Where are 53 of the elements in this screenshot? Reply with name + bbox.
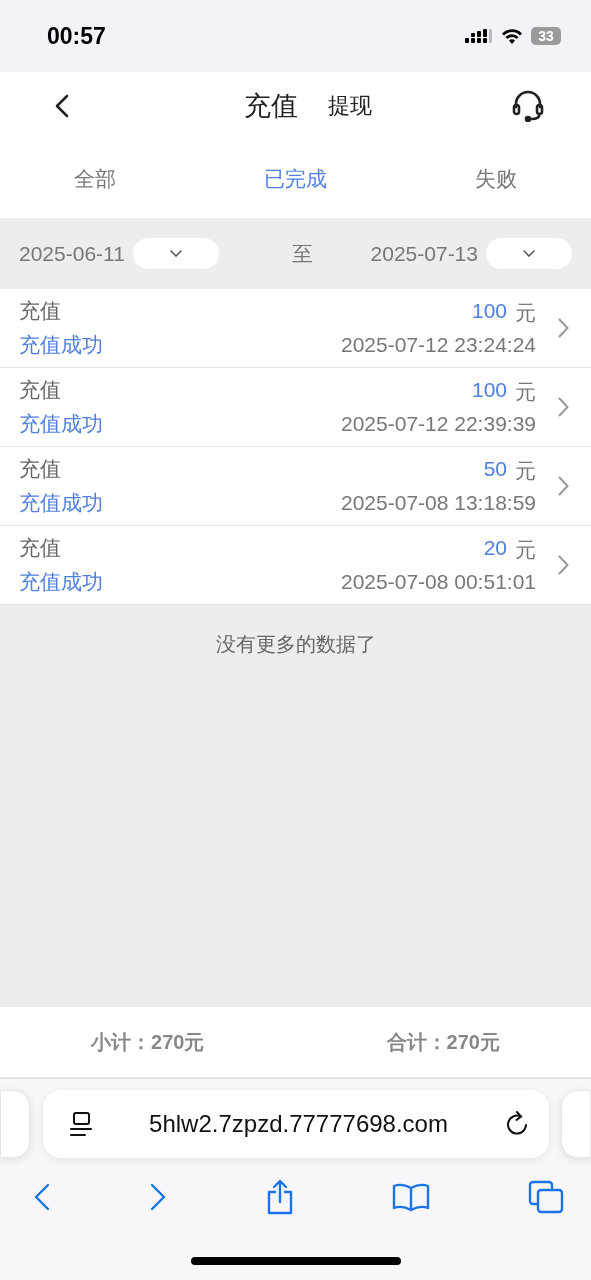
filter-tab[interactable]: 已完成 bbox=[264, 165, 327, 193]
chevron-right-icon bbox=[558, 318, 569, 338]
record-type: 充值 bbox=[19, 377, 62, 403]
chevron-right-icon bbox=[558, 397, 569, 417]
filter-tab[interactable]: 失败 bbox=[475, 165, 517, 193]
currency-unit: 元 bbox=[515, 300, 536, 326]
record-time: 2025-07-08 00:51:01 bbox=[341, 570, 536, 594]
record-amount: 50 bbox=[483, 457, 507, 482]
chevron-right-icon bbox=[558, 476, 569, 496]
cellular-signal-icon bbox=[465, 29, 493, 43]
record-type: 充值 bbox=[19, 456, 62, 482]
url-text: 5hlw2.7zpzd.77777698.com bbox=[149, 1110, 448, 1138]
subtotal-text: 小计：270元 bbox=[91, 1029, 205, 1055]
header-tab[interactable]: 提现 bbox=[328, 91, 372, 121]
currency-unit: 元 bbox=[515, 458, 536, 484]
record-type: 充值 bbox=[19, 298, 62, 324]
record-time: 2025-07-12 22:39:39 bbox=[341, 412, 536, 436]
record-row[interactable]: 充值 充值成功 50 元 2025-07-08 13:18:59 bbox=[0, 447, 591, 526]
date-value: 2025-07-13 bbox=[370, 241, 478, 266]
record-status: 充值成功 bbox=[19, 490, 104, 516]
record-row[interactable]: 充值 充值成功 100 元 2025-07-12 22:39:39 bbox=[0, 368, 591, 447]
tabs-icon[interactable] bbox=[528, 1180, 564, 1214]
reload-icon[interactable] bbox=[504, 1111, 529, 1137]
record-time: 2025-07-08 13:18:59 bbox=[341, 491, 536, 515]
record-status: 充值成功 bbox=[19, 332, 104, 358]
currency-unit: 元 bbox=[515, 537, 536, 563]
chevron-down-icon bbox=[169, 250, 182, 257]
page-menu-icon[interactable] bbox=[68, 1111, 93, 1137]
bookmarks-icon[interactable] bbox=[392, 1182, 431, 1212]
chevron-right-icon bbox=[558, 555, 569, 575]
forward-icon[interactable] bbox=[148, 1182, 167, 1212]
record-amount: 100 bbox=[471, 299, 507, 324]
record-status: 充值成功 bbox=[19, 569, 104, 595]
headset-icon[interactable] bbox=[511, 90, 545, 122]
chevron-down-icon bbox=[523, 250, 535, 257]
filter-tab[interactable]: 全部 bbox=[74, 165, 116, 193]
back-icon[interactable] bbox=[55, 94, 69, 118]
wifi-icon bbox=[501, 28, 523, 44]
record-type: 充值 bbox=[19, 535, 62, 561]
end-message: 没有更多的数据了 bbox=[215, 632, 376, 657]
record-amount: 20 bbox=[483, 536, 507, 561]
clock-time: 00:57 bbox=[47, 22, 106, 50]
total-text: 合计：270元 bbox=[386, 1029, 500, 1055]
currency-unit: 元 bbox=[515, 379, 536, 405]
date-value: 2025-06-11 bbox=[19, 241, 125, 266]
address-bar[interactable]: 5hlw2.7zpzd.77777698.com bbox=[42, 1090, 549, 1158]
record-row[interactable]: 充值 充值成功 100 元 2025-07-12 23:24:24 bbox=[0, 289, 591, 368]
record-amount: 100 bbox=[471, 378, 507, 403]
battery-indicator: 33 bbox=[531, 27, 561, 45]
record-status: 充值成功 bbox=[19, 411, 104, 437]
header-tab[interactable]: 充值 bbox=[244, 88, 298, 124]
date-separator: 至 bbox=[292, 240, 314, 267]
record-time: 2025-07-12 23:24:24 bbox=[341, 333, 536, 357]
